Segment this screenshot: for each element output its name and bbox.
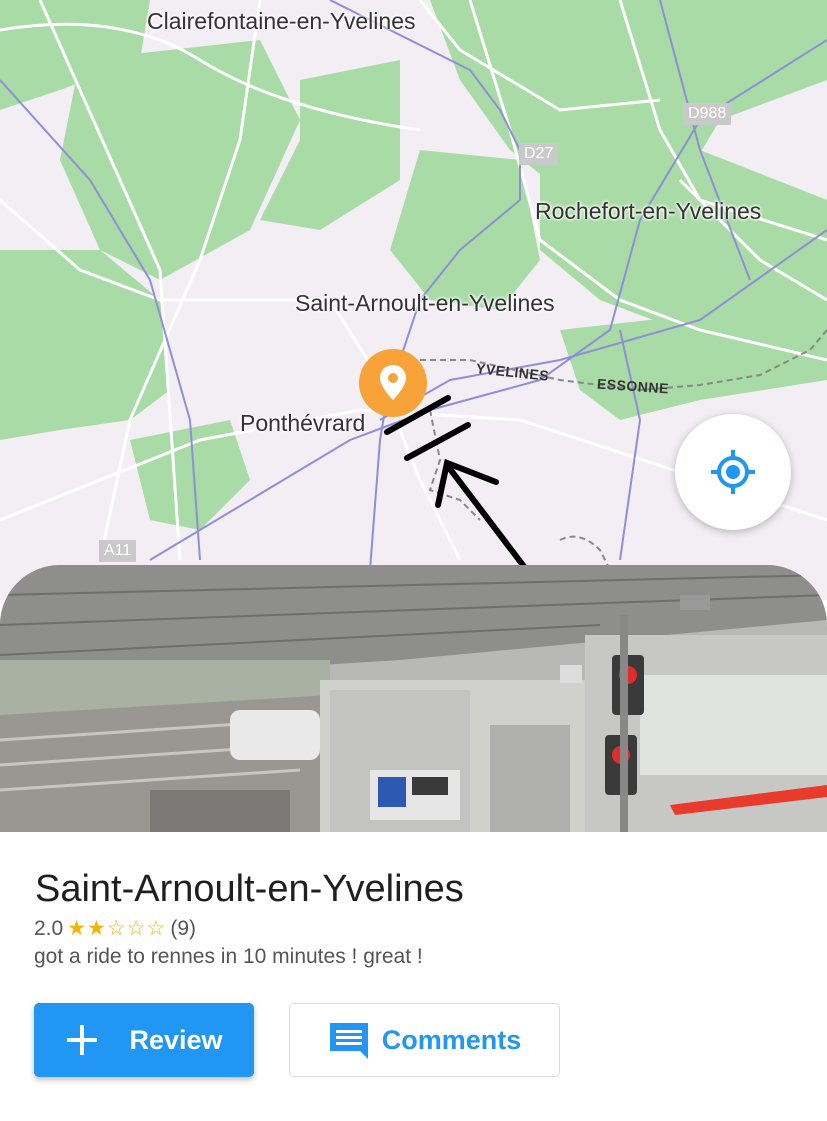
map-view[interactable]: Clairefontaine-en-Yvelines D988 D27 Roch…: [0, 0, 827, 600]
review-button[interactable]: Review: [34, 1003, 254, 1077]
plus-icon: [67, 1025, 98, 1055]
star-rating-icon: ★★☆☆☆: [67, 917, 167, 940]
comment-icon: [329, 1023, 368, 1059]
place-label-rochefort: Rochefort-en-Yvelines: [535, 198, 762, 224]
place-label-clairefontaine: Clairefontaine-en-Yvelines: [147, 8, 416, 34]
road-label-a11: A11: [99, 540, 137, 562]
place-title: Saint-Arnoult-en-Yvelines: [35, 868, 464, 910]
rating-value: 2.0: [34, 916, 64, 940]
rating-row: 2.0 ★★☆☆☆ (9): [34, 916, 196, 941]
comments-button[interactable]: Comments: [289, 1003, 560, 1077]
road-label-d988: D988: [683, 103, 732, 125]
my-location-button[interactable]: [675, 414, 791, 530]
place-label-ponthevrard: Ponthévrard: [240, 410, 366, 436]
place-label-saint-arnoult: Saint-Arnoult-en-Yvelines: [295, 290, 555, 316]
review-button-label: Review: [129, 1024, 223, 1055]
latest-comment: got a ride to rennes in 10 minutes ! gre…: [34, 945, 423, 968]
map-pin-icon[interactable]: [358, 348, 428, 418]
road-label-d27: D27: [519, 143, 559, 165]
my-location-icon: [711, 450, 755, 494]
comments-button-label: Comments: [381, 1024, 522, 1055]
review-count: (9): [170, 916, 197, 940]
place-photo[interactable]: [0, 565, 827, 832]
